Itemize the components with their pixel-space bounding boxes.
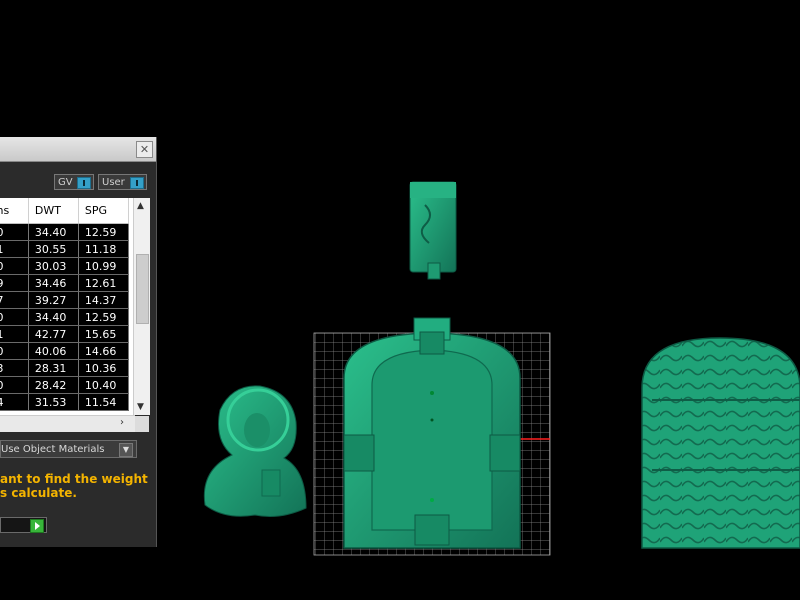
- scroll-up-icon[interactable]: ▲: [137, 201, 144, 211]
- table-cell: 28.42: [28, 376, 79, 394]
- horizontal-scrollbar[interactable]: ›: [0, 415, 149, 432]
- instruction-line-1: ant to find the weight: [0, 472, 148, 486]
- vertical-scrollbar[interactable]: ▲ ▼: [133, 198, 150, 415]
- instruction-line-2: s calculate.: [0, 486, 77, 500]
- table-cell: .50: [0, 223, 29, 241]
- table-cell: .51: [0, 240, 29, 258]
- table-cell: .07: [0, 291, 29, 309]
- scroll-thumb[interactable]: [136, 254, 149, 324]
- user-toggle-label: User: [102, 177, 125, 188]
- weight-calculator-panel: ✕ GV User ams DWT SPG .5034.4012.59.5130…: [0, 137, 157, 547]
- carved-tablet-part[interactable]: [641, 337, 800, 549]
- table-cell: 39.27: [28, 291, 79, 309]
- material-weight-table: ams DWT SPG .5034.4012.59.5130.5511.18.7…: [0, 198, 149, 415]
- table-cell: 28.31: [28, 359, 79, 377]
- table-cell: .51: [0, 325, 29, 343]
- table-row[interactable]: .7030.0310.99: [0, 257, 130, 275]
- table-cell: 40.06: [28, 342, 79, 360]
- scroll-down-icon[interactable]: ▼: [137, 402, 144, 412]
- column-header-spg[interactable]: SPG: [78, 198, 130, 224]
- scrollbar-corner: [135, 416, 149, 432]
- instruction-text: ant to find the weight s calculate.: [0, 472, 156, 500]
- table-cell: 31.53: [28, 393, 79, 411]
- table-cell: 34.46: [28, 274, 79, 292]
- relief-icon-part[interactable]: [203, 385, 307, 517]
- table-cell: 42.77: [28, 325, 79, 343]
- table-cell: 34.40: [28, 308, 79, 326]
- table-cell: .04: [0, 393, 29, 411]
- column-header-grams[interactable]: ams: [0, 198, 29, 224]
- table-body: .5034.4012.59.5130.5511.18.7030.0310.99.…: [0, 223, 130, 411]
- table-cell: .70: [0, 257, 29, 275]
- toggle-knob-icon: [130, 177, 144, 189]
- table-cell: 14.37: [78, 291, 130, 309]
- table-cell: 14.66: [78, 342, 130, 360]
- scroll-right-icon[interactable]: ›: [120, 417, 124, 428]
- table-row[interactable]: .0328.3110.36: [0, 359, 130, 377]
- table-cell: 10.36: [78, 359, 130, 377]
- panel-titlebar[interactable]: ✕: [0, 137, 156, 162]
- table-cell: 15.65: [78, 325, 130, 343]
- table-row[interactable]: .5934.4612.61: [0, 274, 130, 292]
- material-source-value: Use Object Materials: [1, 444, 105, 455]
- close-button[interactable]: ✕: [136, 141, 153, 158]
- table-row[interactable]: .0431.5311.54: [0, 393, 130, 411]
- table-row[interactable]: .5130.5511.18: [0, 240, 130, 258]
- table-cell: .50: [0, 308, 29, 326]
- user-toggle[interactable]: User: [98, 174, 147, 190]
- material-source-select[interactable]: Use Object Materials ▼: [0, 440, 137, 458]
- table-row[interactable]: .0739.2714.37: [0, 291, 130, 309]
- play-icon[interactable]: [30, 519, 44, 533]
- table-cell: .20: [0, 376, 29, 394]
- table-row[interactable]: .2028.4210.40: [0, 376, 130, 394]
- column-header-dwt[interactable]: DWT: [28, 198, 79, 224]
- table-cell: 11.18: [78, 240, 130, 258]
- table-row[interactable]: .5142.7715.65: [0, 325, 130, 343]
- arched-door-part[interactable]: [343, 317, 521, 549]
- table-cell: 10.40: [78, 376, 130, 394]
- table-cell: 30.55: [28, 240, 79, 258]
- table-cell: 12.59: [78, 308, 130, 326]
- table-cell: 30.03: [28, 257, 79, 275]
- toggle-knob-icon: [77, 177, 91, 189]
- table-cell: 12.61: [78, 274, 130, 292]
- table-cell: 10.99: [78, 257, 130, 275]
- calculate-control[interactable]: [0, 517, 47, 533]
- table-cell: 34.40: [28, 223, 79, 241]
- table-cell: .30: [0, 342, 29, 360]
- gv-toggle[interactable]: GV: [54, 174, 94, 190]
- chevron-down-icon: ▼: [119, 443, 133, 457]
- close-icon: ✕: [139, 143, 150, 156]
- table-cell: 11.54: [78, 393, 130, 411]
- table-row[interactable]: .5034.4012.59: [0, 223, 130, 241]
- gv-toggle-label: GV: [58, 177, 73, 188]
- table-cell: 12.59: [78, 223, 130, 241]
- table-cell: .59: [0, 274, 29, 292]
- table-row[interactable]: .5034.4012.59: [0, 308, 130, 326]
- table-cell: .03: [0, 359, 29, 377]
- table-row[interactable]: .3040.0614.66: [0, 342, 130, 360]
- small-block-part[interactable]: [409, 181, 457, 280]
